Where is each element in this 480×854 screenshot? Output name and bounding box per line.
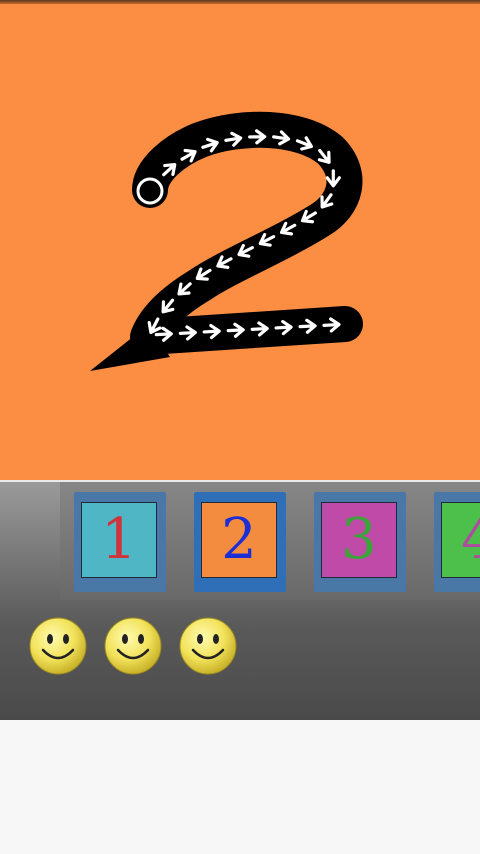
smiley-face-icon <box>179 617 237 675</box>
tile-face-2: 2 <box>201 502 277 578</box>
digit-trace-path[interactable] <box>0 4 480 480</box>
number-tile-4[interactable]: 4 <box>434 492 480 592</box>
tile-digit-4: 4 <box>461 507 480 572</box>
smiley-face-icon <box>29 617 87 675</box>
number-picker-panel: 1 2 3 4 <box>0 482 480 720</box>
tile-digit-3: 3 <box>341 507 377 572</box>
tile-face-4: 4 <box>441 502 480 578</box>
tracing-canvas[interactable] <box>0 4 480 480</box>
tile-digit-2: 2 <box>221 507 257 572</box>
tile-digit-1: 1 <box>101 507 137 572</box>
number-tile-3[interactable]: 3 <box>314 492 406 592</box>
empty-area <box>0 720 480 854</box>
tile-face-1: 1 <box>81 502 157 578</box>
tile-face-3: 3 <box>321 502 397 578</box>
number-tile-1[interactable]: 1 <box>74 492 166 592</box>
number-tile-2[interactable]: 2 <box>194 492 286 592</box>
digit-stroke <box>130 111 363 355</box>
smiley-face-icon <box>104 617 162 675</box>
